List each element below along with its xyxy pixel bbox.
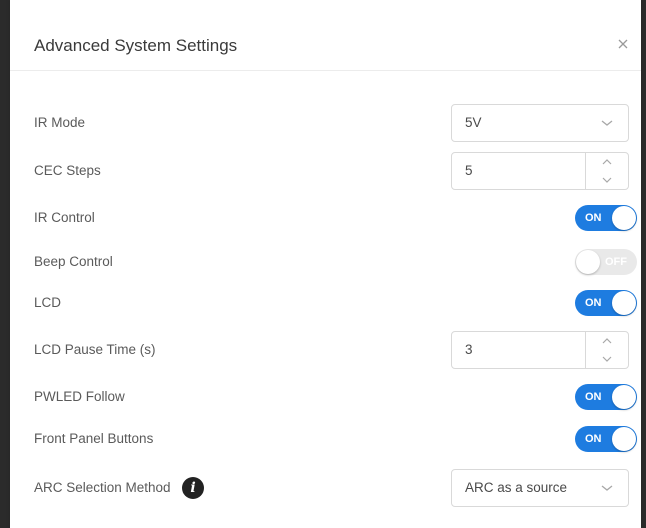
- cec-steps-stepper[interactable]: 5: [451, 152, 629, 190]
- beep-control-row: Beep Control OFF: [10, 240, 641, 284]
- ir-mode-label: IR Mode: [34, 115, 86, 130]
- toggle-state-text: ON: [585, 212, 602, 224]
- cec-steps-row: CEC Steps 5: [10, 149, 641, 193]
- arc-selection-method-label: ARC Selection Method: [34, 480, 171, 495]
- toggle-state-text: ON: [585, 391, 602, 403]
- lcd-toggle[interactable]: ON: [575, 290, 637, 316]
- lcd-pause-time-value: 3: [465, 342, 473, 357]
- lcd-pause-time-label: LCD Pause Time (s): [34, 342, 156, 357]
- dialog-header: Advanced System Settings: [10, 0, 641, 71]
- info-icon[interactable]: i: [182, 477, 204, 499]
- front-panel-buttons-toggle[interactable]: ON: [575, 426, 637, 452]
- toggle-knob: [612, 206, 636, 230]
- arc-selection-method-value: ARC as a source: [465, 480, 568, 495]
- lcd-label: LCD: [34, 295, 62, 310]
- increment-button[interactable]: [586, 153, 628, 171]
- toggle-state-text: ON: [585, 433, 602, 445]
- front-panel-buttons-row: Front Panel Buttons ON: [10, 417, 641, 461]
- decrement-button[interactable]: [586, 171, 628, 189]
- arc-selection-method-row: ARC Selection Method i ARC as a source: [10, 466, 641, 510]
- arc-selection-method-select[interactable]: ARC as a source: [451, 469, 629, 507]
- lcd-pause-time-row: LCD Pause Time (s) 3: [10, 328, 641, 372]
- decrement-button[interactable]: [586, 350, 628, 368]
- toggle-state-text: ON: [585, 297, 602, 309]
- toggle-knob: [576, 250, 600, 274]
- ir-control-label: IR Control: [34, 210, 95, 225]
- chevron-down-icon: [602, 356, 612, 362]
- stepper-buttons: [585, 153, 628, 189]
- beep-control-label: Beep Control: [34, 254, 113, 269]
- increment-button[interactable]: [586, 332, 628, 350]
- pwled-follow-label: PWLED Follow: [34, 389, 125, 404]
- pwled-follow-row: PWLED Follow ON: [10, 375, 641, 419]
- front-panel-buttons-label: Front Panel Buttons: [34, 431, 154, 446]
- chevron-up-icon: [602, 338, 612, 344]
- close-icon[interactable]: [613, 34, 633, 54]
- advanced-settings-dialog: Advanced System Settings IR Mode 5V CEC …: [10, 0, 641, 528]
- chevron-down-icon: [602, 177, 612, 183]
- cec-steps-label: CEC Steps: [34, 163, 101, 178]
- toggle-knob: [612, 385, 636, 409]
- ir-control-toggle[interactable]: ON: [575, 205, 637, 231]
- ir-mode-row: IR Mode 5V: [10, 101, 641, 145]
- chevron-down-icon: [601, 485, 613, 491]
- toggle-state-text: OFF: [605, 256, 627, 268]
- toggle-knob: [612, 427, 636, 451]
- chevron-down-icon: [601, 120, 613, 126]
- ir-control-row: IR Control ON: [10, 196, 641, 240]
- dialog-title: Advanced System Settings: [34, 36, 238, 55]
- pwled-follow-toggle[interactable]: ON: [575, 384, 637, 410]
- chevron-up-icon: [602, 159, 612, 165]
- lcd-pause-time-stepper[interactable]: 3: [451, 331, 629, 369]
- ir-mode-select[interactable]: 5V: [451, 104, 629, 142]
- toggle-knob: [612, 291, 636, 315]
- beep-control-toggle[interactable]: OFF: [575, 249, 637, 275]
- lcd-row: LCD ON: [10, 281, 641, 325]
- ir-mode-value: 5V: [465, 115, 482, 130]
- stepper-buttons: [585, 332, 628, 368]
- cec-steps-value: 5: [465, 163, 473, 178]
